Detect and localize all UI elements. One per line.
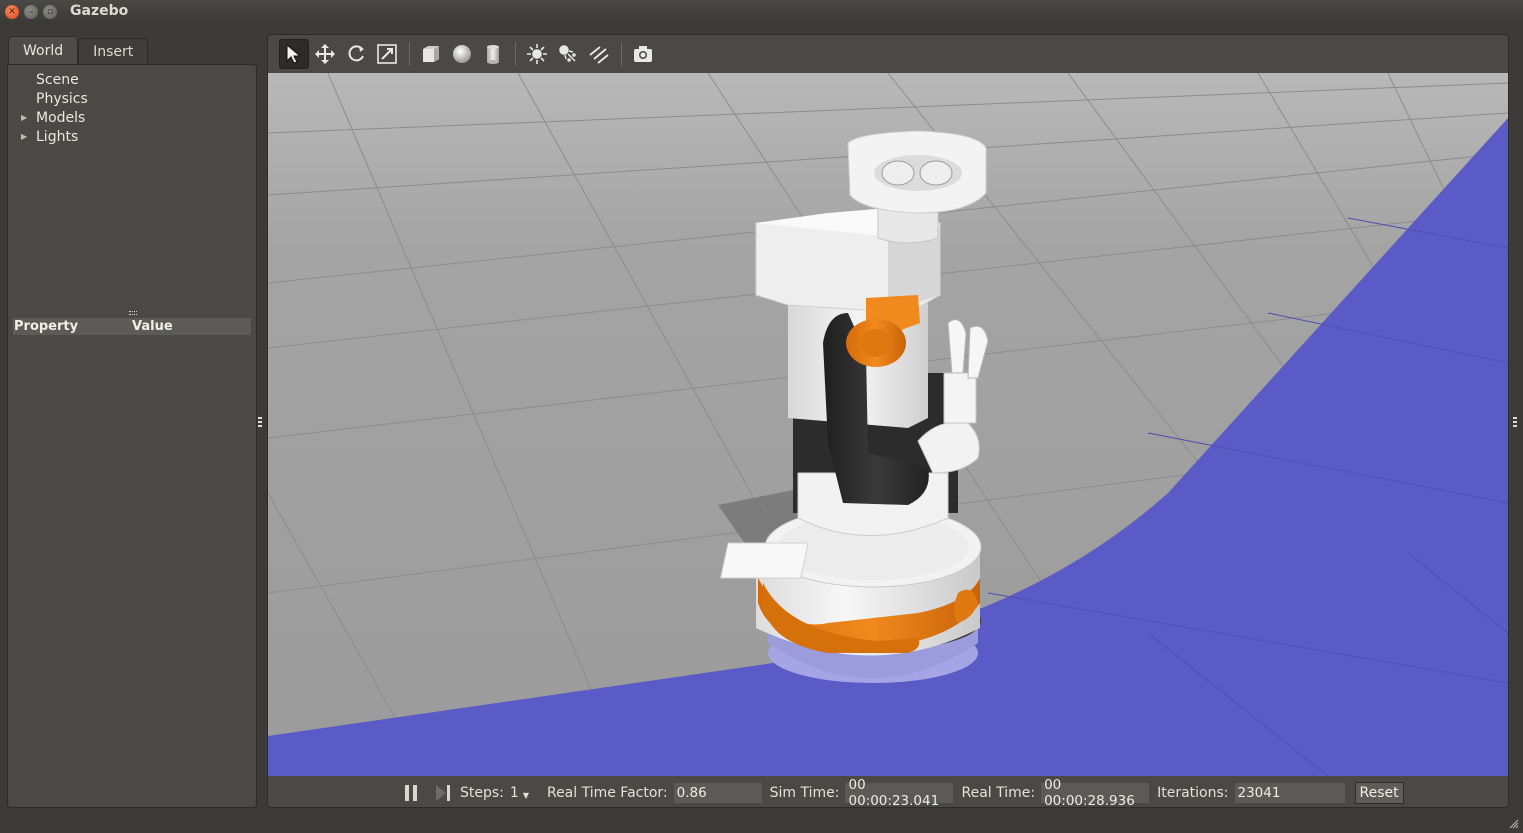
property-column-header[interactable]: Property bbox=[13, 319, 132, 334]
expand-arrow-icon[interactable]: ▶ bbox=[21, 113, 27, 122]
toolbar-separator bbox=[515, 42, 516, 66]
cylinder-shape-icon bbox=[487, 45, 499, 64]
minimize-icon: – bbox=[28, 6, 34, 17]
scale-mode-icon bbox=[377, 44, 397, 64]
resize-grip-icon[interactable] bbox=[1509, 819, 1519, 829]
box-shape-button[interactable] bbox=[416, 39, 446, 69]
toolbar-separator bbox=[409, 42, 410, 66]
right-panel-collapse-handle[interactable] bbox=[1513, 417, 1517, 427]
select-mode-button[interactable] bbox=[279, 39, 309, 69]
real-time-factor-field: 0.86 bbox=[673, 782, 762, 803]
toolbar bbox=[268, 35, 1508, 73]
box-shape-icon bbox=[423, 46, 439, 62]
select-mode-icon bbox=[286, 43, 302, 64]
value-column-header[interactable]: Value bbox=[132, 319, 251, 334]
sphere-shape-icon bbox=[453, 45, 471, 63]
steps-value[interactable]: 1 bbox=[510, 785, 519, 801]
window-title: Gazebo bbox=[70, 3, 129, 19]
maximize-icon: ▫ bbox=[46, 6, 54, 17]
scale-mode-button[interactable] bbox=[372, 39, 402, 69]
tab-world[interactable]: World bbox=[8, 36, 79, 64]
main-window: World Insert Scene Physics ▶ Models ▶ Li… bbox=[0, 24, 1523, 833]
directional-light-icon bbox=[589, 46, 609, 64]
close-icon: ✕ bbox=[8, 6, 16, 17]
reset-time-button[interactable]: Reset bbox=[1354, 781, 1404, 804]
toolbar-separator bbox=[621, 42, 622, 66]
status-bar: Steps: 1 ▼ Real Time Factor: 0.86 Sim Ti… bbox=[268, 777, 1508, 809]
3d-scene-viewport[interactable] bbox=[268, 73, 1508, 776]
real-time-factor-label: Real Time Factor: bbox=[546, 784, 668, 801]
maximize-window-button[interactable]: ▫ bbox=[43, 5, 57, 19]
iterations-label: Iterations: bbox=[1157, 784, 1229, 801]
left-panel-collapse-handle[interactable] bbox=[258, 417, 262, 427]
panel-splitter-handle[interactable] bbox=[129, 311, 137, 315]
step-forward-icon bbox=[436, 784, 450, 801]
tree-item-lights[interactable]: Lights bbox=[36, 129, 78, 145]
expand-arrow-icon[interactable]: ▶ bbox=[21, 132, 27, 141]
spot-light-button[interactable] bbox=[553, 39, 583, 69]
title-bar: ✕ – ▫ Gazebo bbox=[0, 0, 1523, 24]
tree-item-scene[interactable]: Scene bbox=[36, 72, 79, 88]
tab-insert[interactable]: Insert bbox=[78, 38, 149, 64]
screenshot-button[interactable] bbox=[628, 39, 658, 69]
translate-mode-icon bbox=[315, 44, 335, 64]
cylinder-shape-button[interactable] bbox=[478, 39, 508, 69]
point-light-icon bbox=[527, 44, 547, 64]
rotate-mode-icon bbox=[348, 45, 364, 62]
steps-label: Steps: bbox=[460, 784, 504, 801]
property-table-header: Property Value bbox=[13, 318, 251, 335]
tree-item-models[interactable]: Models bbox=[36, 110, 85, 126]
point-light-button[interactable] bbox=[522, 39, 552, 69]
spot-light-icon bbox=[559, 45, 576, 62]
pause-icon bbox=[405, 784, 417, 801]
pause-button[interactable] bbox=[396, 782, 426, 804]
close-window-button[interactable]: ✕ bbox=[5, 5, 19, 19]
world-panel: Scene Physics ▶ Models ▶ Lights Property… bbox=[7, 64, 257, 808]
real-time-label: Real Time: bbox=[961, 784, 1036, 801]
rotate-mode-button[interactable] bbox=[341, 39, 371, 69]
screenshot-icon bbox=[634, 46, 652, 62]
minimize-window-button[interactable]: – bbox=[24, 5, 38, 19]
iterations-field: 23041 bbox=[1234, 782, 1345, 803]
directional-light-button[interactable] bbox=[584, 39, 614, 69]
sphere-shape-button[interactable] bbox=[447, 39, 477, 69]
render-panel: Steps: 1 ▼ Real Time Factor: 0.86 Sim Ti… bbox=[267, 34, 1509, 809]
translate-mode-button[interactable] bbox=[310, 39, 340, 69]
real-time-field: 00 00:00:28.936 bbox=[1041, 777, 1150, 809]
step-button[interactable] bbox=[428, 782, 458, 804]
sim-time-label: Sim Time: bbox=[769, 784, 840, 801]
tree-item-physics[interactable]: Physics bbox=[36, 91, 88, 107]
steps-dropdown-icon[interactable]: ▼ bbox=[523, 791, 529, 800]
left-panel-tabs: World Insert bbox=[8, 36, 149, 64]
scene-render bbox=[268, 73, 1508, 776]
sim-time-field: 00 00:00:23.041 bbox=[845, 777, 954, 809]
